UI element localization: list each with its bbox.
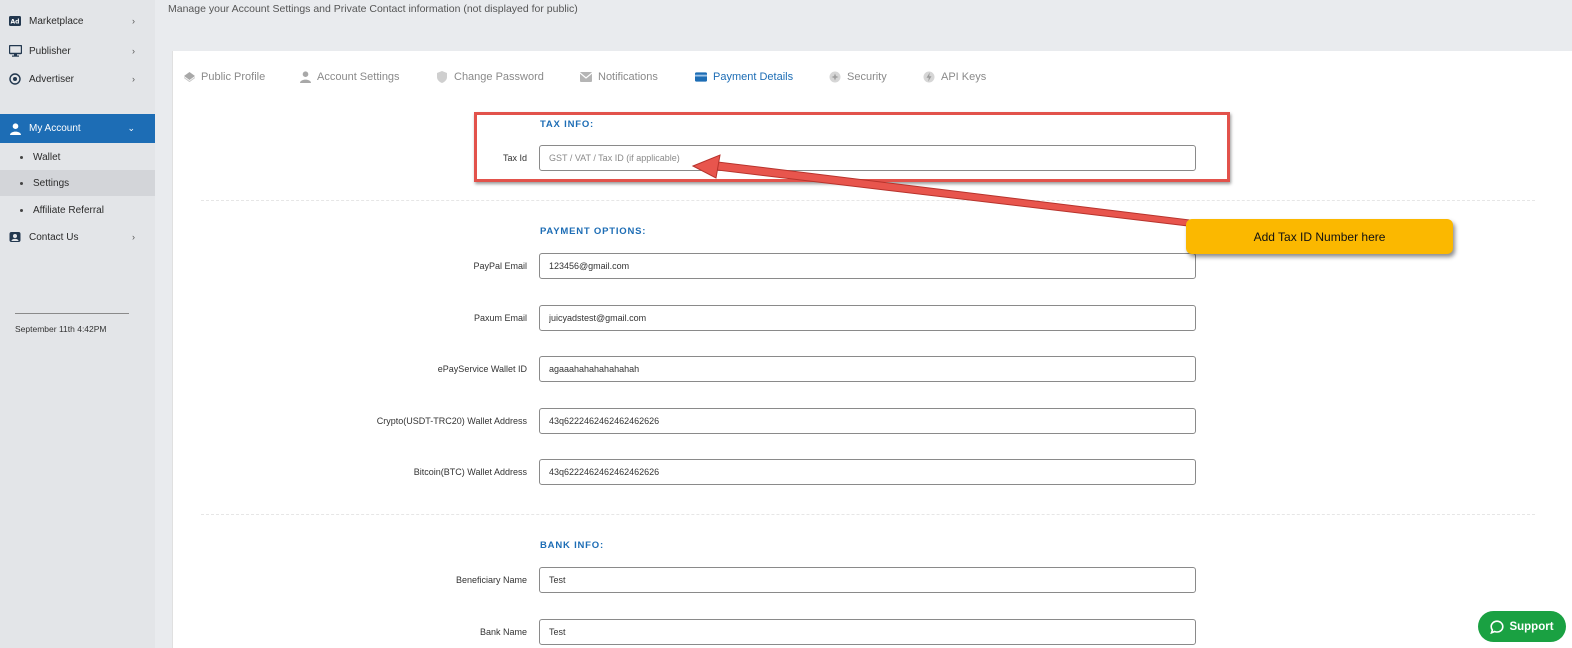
sidebar-subitem-settings[interactable]: Settings (0, 170, 155, 196)
sidebar-subitem-wallet[interactable]: Wallet (0, 144, 155, 170)
bullet-icon (20, 181, 23, 185)
sidebar-item-label: Advertiser (29, 73, 75, 85)
tab-label: Notifications (598, 71, 658, 83)
tab-label: Change Password (454, 71, 544, 83)
user-icon (299, 71, 311, 83)
sidebar-item-label: My Account (29, 123, 81, 134)
paypal-email-input[interactable] (539, 253, 1196, 279)
bitcoin-wallet-input[interactable] (539, 459, 1196, 485)
support-button[interactable]: Support (1478, 611, 1566, 642)
bullet-icon (20, 208, 23, 212)
tab-label: Security (847, 71, 887, 83)
target-icon (8, 72, 22, 86)
monitor-icon (8, 44, 22, 58)
bank-name-label: Bank Name (479, 627, 527, 637)
chevron-right-icon: › (132, 232, 135, 242)
credit-card-icon (695, 71, 707, 83)
tab-notifications[interactable]: Notifications (580, 71, 658, 83)
bolt-icon (923, 71, 935, 83)
page-description: Manage your Account Settings and Private… (168, 3, 578, 15)
envelope-icon (580, 71, 592, 83)
sidebar-item-my-account[interactable]: My Account ⌄ (0, 114, 155, 143)
svg-text:Ad: Ad (11, 19, 20, 26)
sidebar-subitem-label: Wallet (33, 151, 61, 163)
crypto-wallet-input[interactable] (539, 408, 1196, 434)
tab-public-profile[interactable]: Public Profile (183, 71, 265, 83)
section-divider (201, 514, 1535, 515)
chat-bubble-icon (1490, 619, 1505, 634)
paxum-email-label: Paxum Email (473, 313, 527, 323)
security-icon (829, 71, 841, 83)
tab-label: Payment Details (713, 71, 794, 83)
contact-icon (8, 230, 22, 244)
sidebar: Ad Marketplace › Publisher › Advertiser … (0, 0, 155, 648)
tab-label: Public Profile (201, 71, 266, 83)
payment-options-title: PAYMENT OPTIONS: (540, 226, 647, 237)
bank-name-input[interactable] (539, 619, 1196, 645)
tab-account-settings[interactable]: Account Settings (299, 71, 400, 83)
paypal-email-label: PayPal Email (473, 261, 527, 271)
sidebar-item-advertiser[interactable]: Advertiser › (0, 65, 155, 93)
sidebar-item-label: Marketplace (29, 15, 84, 27)
sidebar-subitem-affiliate-referral[interactable]: Affiliate Referral (0, 197, 155, 223)
annotation-callout: Add Tax ID Number here (1186, 219, 1453, 254)
tab-label: Account Settings (317, 71, 400, 83)
chevron-right-icon: › (132, 74, 135, 84)
section-divider (201, 200, 1535, 201)
crypto-wallet-label: Crypto(USDT-TRC20) Wallet Address (376, 416, 527, 426)
chevron-right-icon: › (132, 16, 135, 26)
tab-security[interactable]: Security (829, 71, 887, 83)
sidebar-subitem-label: Affiliate Referral (33, 204, 104, 216)
sidebar-item-label: Publisher (29, 45, 71, 57)
sidebar-item-label: Contact Us (29, 231, 79, 243)
tab-change-password[interactable]: Change Password (436, 71, 544, 83)
bank-info-title: BANK INFO: (540, 540, 604, 551)
diamond-icon (183, 71, 195, 83)
tab-api-keys[interactable]: API Keys (923, 71, 986, 83)
epayservice-wallet-input[interactable] (539, 356, 1196, 382)
tab-label: API Keys (941, 71, 987, 83)
sidebar-item-contact-us[interactable]: Contact Us › (0, 223, 155, 251)
tab-payment-details[interactable]: Payment Details (695, 71, 793, 83)
sidebar-item-publisher[interactable]: Publisher › (0, 37, 155, 65)
chevron-right-icon: › (132, 46, 135, 56)
support-label: Support (1509, 620, 1554, 633)
sidebar-item-marketplace[interactable]: Ad Marketplace › (0, 7, 155, 35)
server-time: September 11th 4:42PM (15, 324, 107, 334)
epayservice-wallet-label: ePayService Wallet ID (437, 364, 527, 374)
beneficiary-name-label: Beneficiary Name (455, 575, 527, 585)
bullet-icon (20, 155, 23, 159)
beneficiary-name-input[interactable] (539, 567, 1196, 593)
ad-icon: Ad (8, 14, 22, 28)
sidebar-subitem-label: Settings (33, 177, 70, 189)
chevron-down-icon: ⌄ (127, 123, 135, 133)
paxum-email-input[interactable] (539, 305, 1196, 331)
user-icon (8, 122, 22, 136)
tax-info-highlight-box (474, 112, 1230, 182)
sidebar-divider (15, 313, 129, 314)
shield-icon (436, 71, 448, 83)
bitcoin-wallet-label: Bitcoin(BTC) Wallet Address (413, 467, 527, 477)
